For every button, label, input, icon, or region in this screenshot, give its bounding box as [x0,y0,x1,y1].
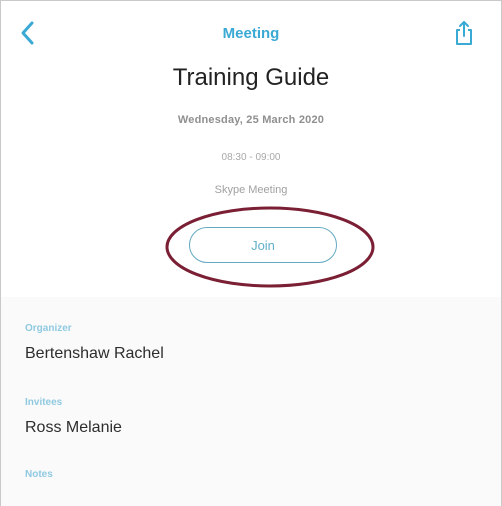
organizer-label: Organizer [25,323,72,334]
share-button[interactable] [453,19,475,47]
meeting-date: Wednesday, 25 March 2020 [177,114,325,126]
meeting-details-section: Organizer Bertenshaw Rachel Invitees Ros… [1,297,501,506]
notes-label: Notes [25,469,53,480]
nav-title: Meeting [222,25,280,42]
meeting-location: Skype Meeting [214,184,288,196]
invitees-value: Ross Melanie [25,419,122,436]
share-icon [456,21,472,45]
organizer-value: Bertenshaw Rachel [25,345,164,362]
meeting-header-section: Meeting Training Guide Wednesday, 25 Mar… [1,1,501,297]
join-button[interactable]: Join [189,227,337,263]
meeting-screen: Meeting Training Guide Wednesday, 25 Mar… [0,0,502,506]
invitees-label: Invitees [25,397,63,408]
meeting-time: 08:30 - 09:00 [221,152,281,163]
meeting-title: Training Guide [172,64,330,91]
